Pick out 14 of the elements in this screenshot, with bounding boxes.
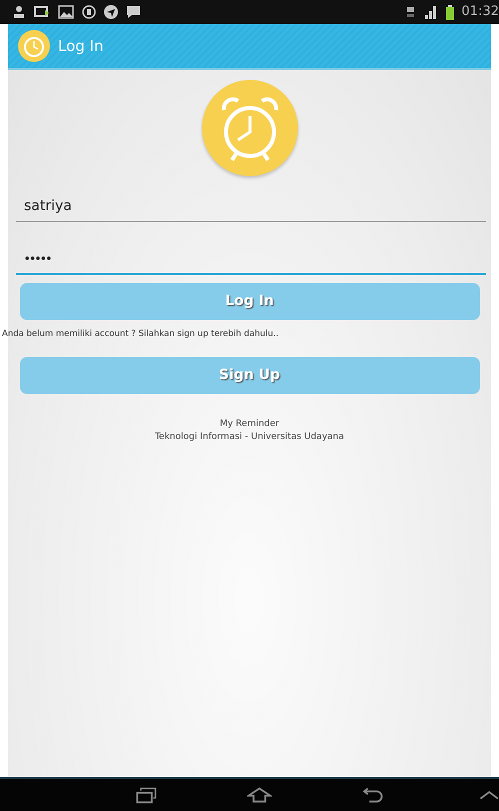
password-field[interactable]: •••••	[16, 246, 486, 275]
footer-text: Teknologi Informasi - Universitas Udayana	[154, 430, 344, 444]
battery-icon	[446, 4, 454, 20]
screen-icon	[34, 5, 50, 19]
app-title: Log In	[58, 36, 104, 57]
footer-text: My Reminder	[218, 418, 280, 431]
image-icon	[58, 5, 74, 19]
chat-icon	[126, 5, 141, 19]
username-field[interactable]: satriya	[16, 192, 486, 222]
person-icon	[12, 5, 26, 19]
clock-time: 01:32	[462, 3, 499, 22]
signal-icon	[424, 5, 438, 19]
send-icon	[104, 5, 118, 19]
signup-hint-text: Anda belum memiliki account ? Silahkan sign up terebih dahulu..	[2, 328, 279, 341]
